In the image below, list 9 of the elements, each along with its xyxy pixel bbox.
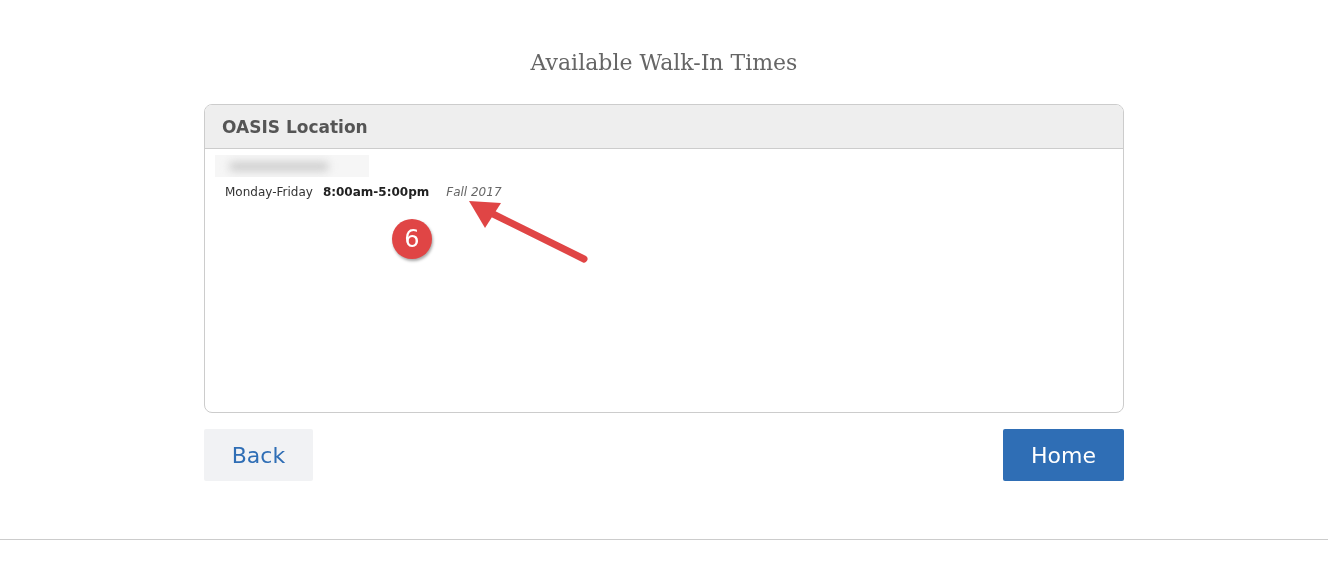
arrow-icon bbox=[467, 198, 589, 265]
page-title: Available Walk-In Times bbox=[529, 49, 799, 77]
days-text: Monday-Friday bbox=[225, 184, 313, 202]
hours-text: 8:00am-5:00pm bbox=[322, 184, 430, 202]
step-number-badge: 6 bbox=[392, 219, 432, 260]
term-text: Fall 2017 bbox=[446, 184, 502, 202]
back-button[interactable]: Back bbox=[204, 429, 313, 482]
card-header: OASIS Location bbox=[222, 117, 368, 138]
home-button[interactable]: Home bbox=[1003, 429, 1124, 482]
